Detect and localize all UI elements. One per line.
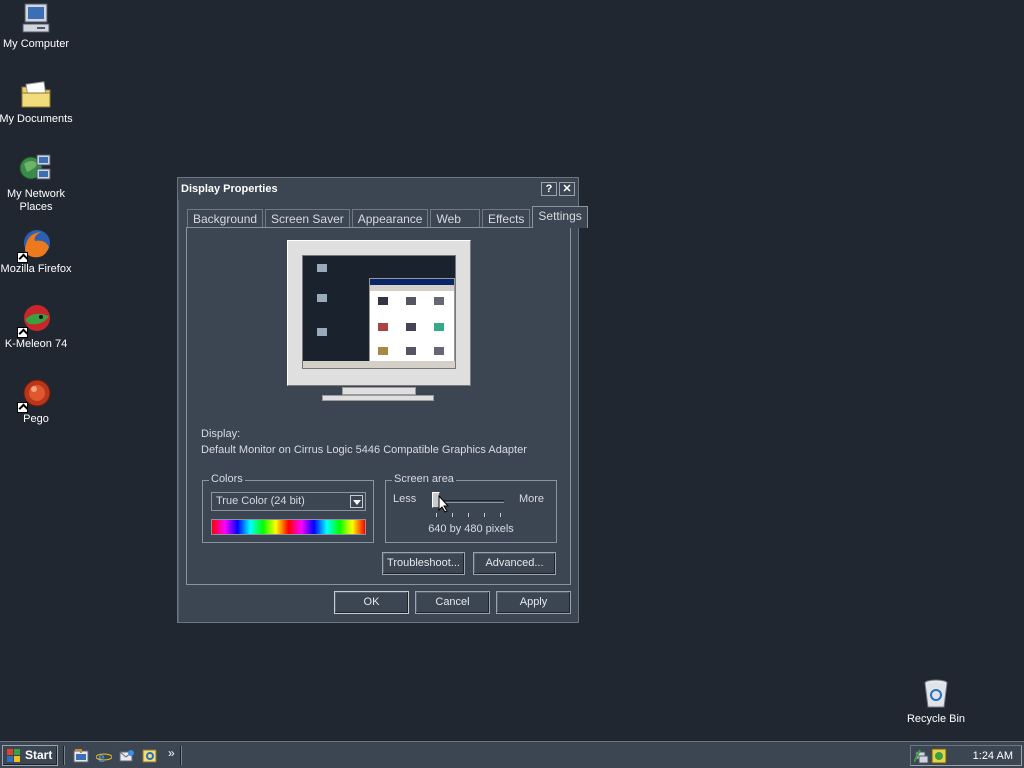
desktop-icon-label: Mozilla Firefox (0, 263, 72, 275)
monitor-stand (342, 387, 416, 395)
colors-group: Colors True Color (24 bit) (202, 473, 374, 543)
slider-tick (436, 513, 437, 517)
system-tray: 1:24 AM (910, 745, 1022, 766)
slider-more-label: More (518, 493, 544, 505)
slider-tick (484, 513, 485, 517)
advanced-button[interactable]: Advanced... (473, 552, 556, 575)
pego-icon (17, 377, 53, 413)
taskbar: Start e » 1:24 AM (0, 741, 1024, 768)
shortcut-arrow-icon (17, 252, 28, 263)
desktop-icon-my-documents[interactable]: My Documents (0, 77, 74, 126)
network-icon (19, 152, 53, 186)
color-depth-value: True Color (24 bit) (216, 495, 305, 507)
dropdown-arrow-icon[interactable] (350, 495, 363, 508)
computer-icon (19, 2, 53, 36)
recycle-bin-icon (919, 677, 953, 711)
firefox-icon (17, 227, 53, 263)
screen-area-legend: Screen area (392, 473, 456, 485)
display-properties-dialog: Display Properties ? ✕ Background Screen… (177, 177, 588, 623)
shortcut-arrow-icon (17, 327, 28, 338)
tray-app-icon[interactable] (931, 748, 947, 764)
mouse-cursor-icon (438, 495, 450, 513)
desktop-icon-mozilla-firefox[interactable]: Mozilla Firefox (0, 227, 74, 276)
monitor-base (322, 395, 434, 401)
tab-effects[interactable]: Effects (481, 209, 531, 228)
internet-explorer-icon[interactable]: e (96, 748, 112, 764)
resolution-value: 640 by 480 pixels (428, 523, 514, 535)
taskbar-separator (63, 746, 65, 765)
screen-area-group: Screen area Less More 640 by 480 pixels (385, 473, 557, 543)
monitor-preview (287, 240, 471, 386)
tab-bar: Background Screen Saver Appearance Web E… (187, 206, 590, 228)
folder-icon (19, 77, 53, 111)
desktop-icon-label: Pego (23, 413, 49, 425)
start-button[interactable]: Start (2, 745, 58, 766)
tab-background[interactable]: Background (187, 209, 264, 228)
slider-tick (500, 513, 501, 517)
troubleshoot-button[interactable]: Troubleshoot... (382, 552, 465, 575)
color-depth-select[interactable]: True Color (24 bit) (211, 492, 366, 511)
desktop-icon-label: Recycle Bin (906, 713, 966, 725)
desktop-icon-recycle-bin[interactable]: Recycle Bin (898, 677, 974, 726)
ok-button[interactable]: OK (334, 591, 409, 614)
start-label: Start (25, 748, 53, 762)
explorer-search-icon[interactable] (142, 748, 158, 764)
desktop-icon-my-computer[interactable]: My Computer (0, 2, 74, 51)
desktop-icon-label: My Computer (2, 38, 70, 50)
cancel-button[interactable]: Cancel (415, 591, 490, 614)
settings-panel: Display: Default Monitor on Cirrus Logic… (186, 227, 571, 585)
kmeleon-icon (17, 302, 53, 338)
tab-appearance[interactable]: Appearance (351, 209, 429, 228)
monitor-screen (302, 255, 456, 369)
dialog-title: Display Properties (181, 183, 278, 195)
svg-text:e: e (98, 750, 105, 764)
slider-tick (452, 513, 453, 517)
desktop-icon-label: My Documents (0, 113, 73, 125)
desktop-icon-k-meleon[interactable]: K-Meleon 74 (0, 302, 74, 351)
color-spectrum-bar (211, 519, 366, 535)
show-desktop-icon[interactable] (73, 748, 89, 764)
display-label: Display: (201, 428, 241, 440)
slider-less-label: Less (393, 493, 417, 505)
help-button[interactable]: ? (541, 182, 557, 196)
tab-screen-saver[interactable]: Screen Saver (265, 209, 350, 228)
desktop-icon-label: My Network Places (6, 188, 66, 213)
title-bar[interactable]: Display Properties ? ✕ (178, 178, 578, 200)
quick-launch-chevron[interactable]: » (168, 746, 175, 760)
windows-flag-icon (7, 749, 20, 762)
desktop-icon-my-network-places[interactable]: My Network Places (0, 152, 74, 214)
close-button[interactable]: ✕ (559, 182, 575, 196)
clock[interactable]: 1:24 AM (973, 750, 1013, 762)
desktop-icon-label: K-Meleon 74 (4, 338, 68, 350)
taskbar-separator (180, 746, 182, 765)
tab-settings[interactable]: Settings (532, 206, 588, 228)
apply-button[interactable]: Apply (496, 591, 571, 614)
outlook-express-icon[interactable] (119, 748, 135, 764)
slider-tick (468, 513, 469, 517)
display-adapter-value: Default Monitor on Cirrus Logic 5446 Com… (201, 444, 527, 456)
desktop-icon-pego[interactable]: Pego (0, 377, 74, 426)
network-connection-icon[interactable] (914, 748, 930, 764)
colors-legend: Colors (209, 473, 245, 485)
tab-web[interactable]: Web (430, 209, 480, 228)
shortcut-arrow-icon (17, 402, 28, 413)
